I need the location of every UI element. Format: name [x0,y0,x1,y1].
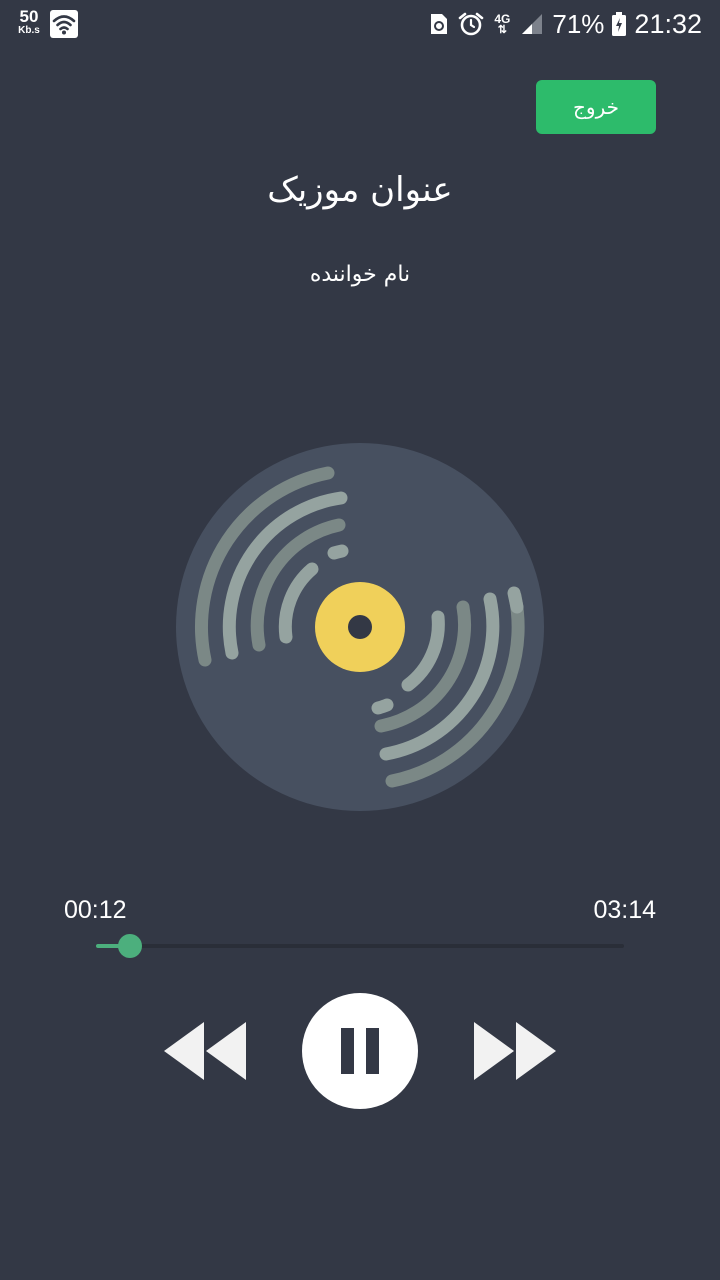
network-speed: 50 Kb.s [14,8,44,36]
track-title: عنوان موزیک [267,170,453,210]
vinyl-disc-icon [176,443,544,811]
status-bar: 50 Kb.s 4G ⇅ 71% 21:32 [0,0,720,48]
seek-bar-thumb[interactable] [117,934,142,958]
battery-percent: 71% [552,8,605,39]
alarm-icon [459,12,484,36]
clock: 21:32 [634,8,702,39]
current-time: 00:12 [64,896,127,924]
signal-icon [522,14,543,34]
pause-button[interactable] [301,992,419,1110]
rewind-button[interactable] [160,1018,250,1084]
wifi-icon [50,10,78,38]
network-speed-unit: Kb.s [18,25,40,36]
total-time: 03:14 [593,896,656,924]
artist-name: نام خواننده [309,262,411,287]
fast-forward-icon [474,1022,556,1080]
battery-icon [612,12,627,36]
exit-button[interactable]: خروج [536,80,656,134]
network-speed-value: 50 [19,7,39,26]
fast-forward-button[interactable] [470,1018,560,1084]
sim-icon [431,14,448,34]
seek-bar[interactable] [96,934,624,958]
rewind-icon [164,1022,246,1080]
network-type: 4G ⇅ [494,11,511,36]
